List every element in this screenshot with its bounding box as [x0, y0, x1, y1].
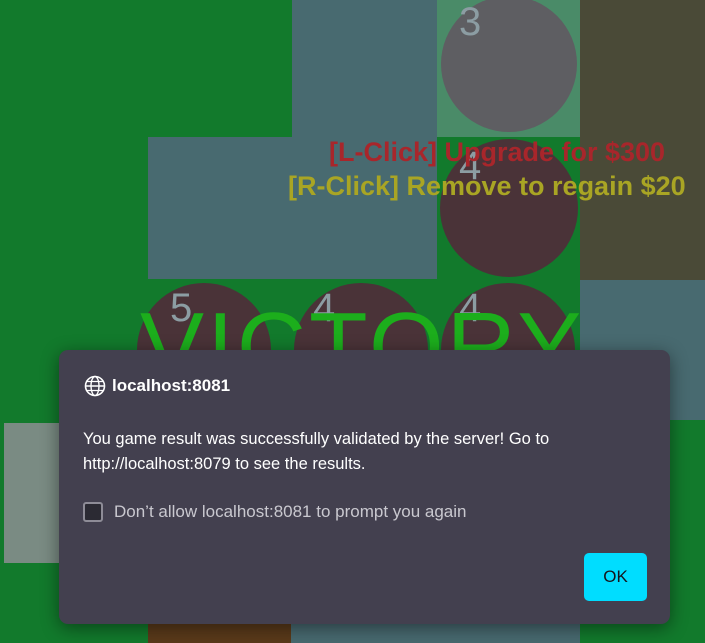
- prompt-dialog: localhost:8081 You game result was succe…: [59, 350, 670, 624]
- globe-icon: [84, 375, 106, 397]
- board-tile: [291, 624, 581, 643]
- board-tile: [580, 624, 705, 643]
- dialog-message: You game result was successfully validat…: [83, 430, 550, 473]
- dont-allow-prompt-checkbox[interactable]: Don’t allow localhost:8081 to prompt you…: [83, 502, 467, 522]
- ok-button[interactable]: OK: [584, 553, 647, 601]
- upgrade-hint: [L-Click] Upgrade for $300: [329, 137, 666, 167]
- checkbox-label: Don’t allow localhost:8081 to prompt you…: [114, 502, 467, 521]
- board-tile: [148, 624, 291, 643]
- dialog-origin: localhost:8081: [112, 376, 231, 395]
- board-tile: [670, 420, 705, 643]
- dialog-header: localhost:8081: [84, 375, 230, 397]
- remove-hint: [R-Click] Remove to regain $20: [288, 171, 686, 201]
- board-tile: [0, 563, 60, 643]
- game-screen: 3 4 [L-Click] Upgrade for $300 [R-Click]…: [0, 0, 705, 643]
- checkbox-box[interactable]: [83, 502, 103, 522]
- tower-level-label: 3: [459, 0, 482, 44]
- board-tile: [4, 423, 60, 563]
- board-tile: [292, 0, 437, 137]
